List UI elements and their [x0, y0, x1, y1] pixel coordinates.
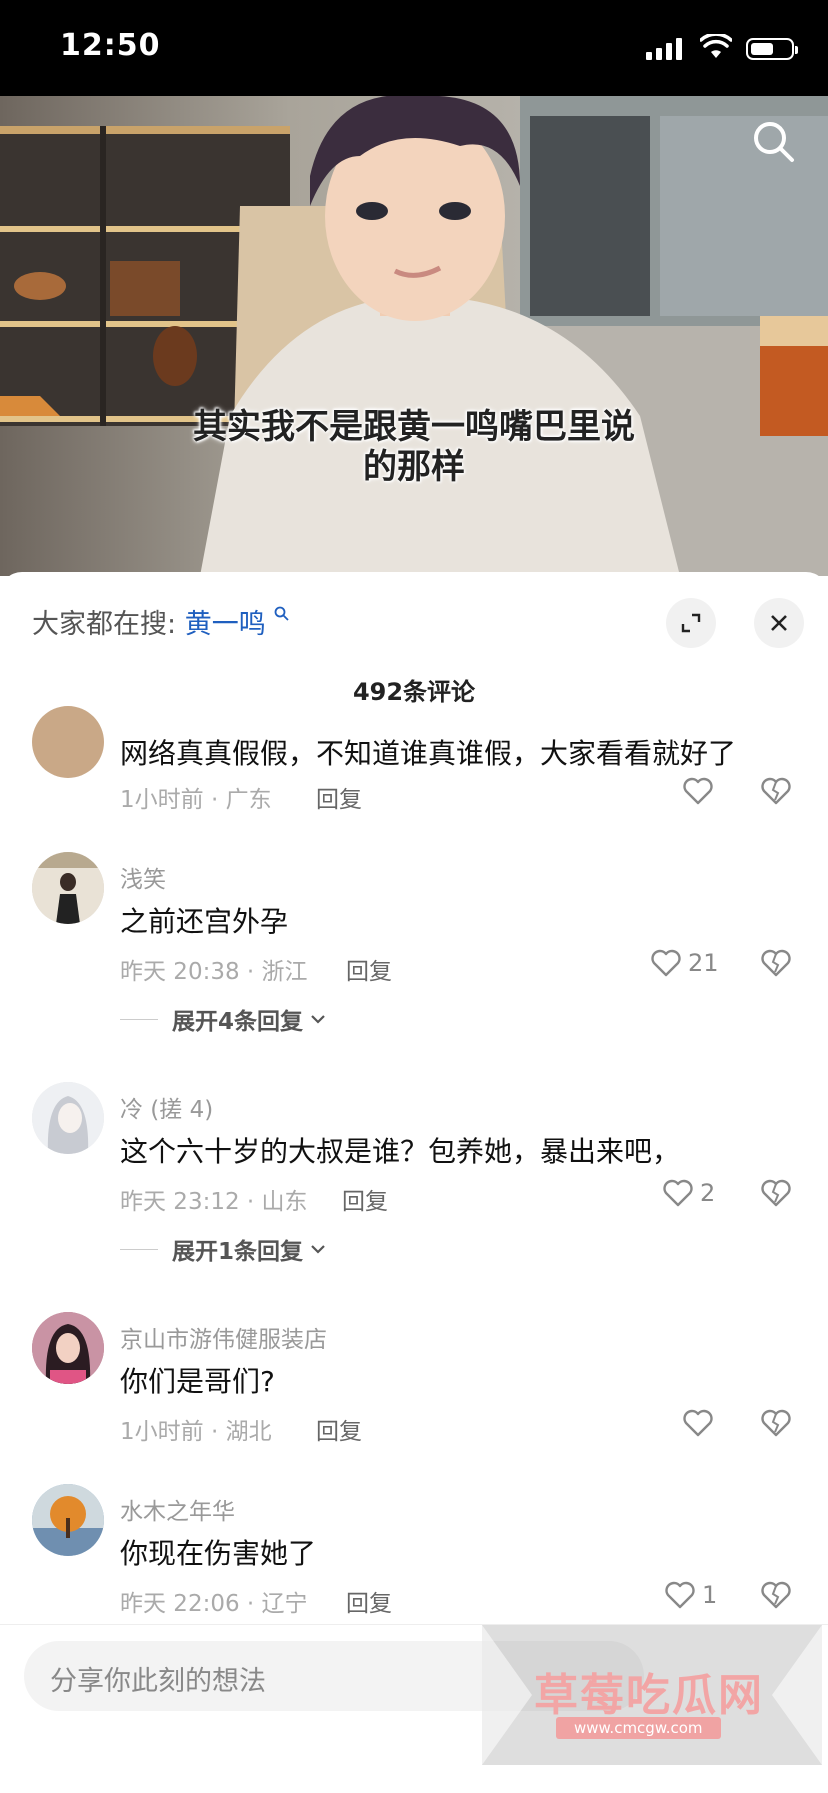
comment-username[interactable]: 水木之年华: [120, 1492, 235, 1526]
wifi-icon: [700, 34, 732, 58]
video-frame: [0, 96, 828, 576]
video-subtitle-line2: 的那样: [363, 447, 465, 487]
video-player[interactable]: 其实我不是跟黄一鸣嘴巴里说 的那样: [0, 96, 828, 576]
comment-item: 冷 (搓 4) 这个六十岁的大叔是谁？包养她，暴出来吧， 昨天 23:12 · …: [0, 1082, 828, 1282]
status-bar: 12:50: [0, 0, 828, 96]
expand-replies-button[interactable]: 展开1条回复: [120, 1232, 327, 1266]
divider: [120, 1248, 158, 1250]
search-keyword[interactable]: 黄一鸣: [185, 609, 266, 640]
comment-text: 网络真真假假，不知道谁真谁假，大家看看就好了: [120, 737, 737, 770]
avatar[interactable]: [32, 1484, 104, 1556]
comment-input-bar: 分享你此刻的想法 草莓吃瓜网 www.cmcgw.com: [0, 1624, 828, 1793]
comment-count: 492条评论: [352, 678, 476, 706]
comment-username[interactable]: 京山市游伟健服装店: [120, 1320, 327, 1354]
watermark-url: www.cmcgw.com: [556, 1717, 721, 1739]
heart-icon: [651, 949, 681, 977]
signal-icon: [646, 38, 682, 60]
heart-icon: [683, 1409, 713, 1437]
heart-icon: [663, 1179, 693, 1207]
like-button[interactable]: 1: [664, 1580, 717, 1610]
dislike-button[interactable]: [760, 1178, 792, 1212]
close-button[interactable]: [754, 598, 804, 648]
broken-heart-icon: [761, 949, 791, 977]
status-time: 12:50: [60, 28, 161, 63]
broken-heart-icon: [761, 1179, 791, 1207]
small-search-icon: [274, 606, 289, 621]
avatar[interactable]: [32, 852, 104, 924]
expand-replies-label: 展开4条回复: [172, 1009, 304, 1035]
avatar[interactable]: [32, 1082, 104, 1154]
expand-replies-button[interactable]: 展开4条回复: [120, 1002, 327, 1036]
broken-heart-icon: [761, 1409, 791, 1437]
reply-button[interactable]: 回复: [316, 1412, 362, 1446]
comment-item: 浅笑 之前还宫外孕 昨天 20:38 · 浙江 回复 21 展开4条回复: [0, 852, 828, 1052]
expand-button[interactable]: [666, 598, 716, 648]
like-button[interactable]: 21: [650, 948, 719, 978]
comment-text: 你现在伤害她了: [120, 1537, 317, 1570]
like-count: 21: [688, 949, 719, 977]
reply-button[interactable]: 回复: [346, 952, 392, 986]
comment-meta: 昨天 20:38 · 浙江: [120, 959, 308, 985]
broken-heart-icon: [761, 1581, 791, 1609]
chevron-down-icon: [311, 1015, 325, 1024]
avatar[interactable]: [32, 1312, 104, 1384]
like-button[interactable]: [682, 1408, 714, 1438]
comment-input-placeholder: 分享你此刻的想法: [50, 1666, 266, 1697]
heart-icon: [665, 1581, 695, 1609]
dislike-button[interactable]: [760, 948, 792, 982]
comment-text: 你们是哥们?: [120, 1365, 275, 1398]
search-suggestion[interactable]: 大家都在搜: 黄一鸣: [32, 602, 290, 641]
battery-icon: [746, 38, 798, 60]
like-count: 1: [702, 1581, 718, 1609]
comment-username[interactable]: 浅笑: [120, 860, 166, 894]
comment-username[interactable]: 冷 (搓 4): [120, 1090, 213, 1124]
comment-meta: 1小时前 · 广东: [120, 787, 272, 813]
watermark: 草莓吃瓜网 www.cmcgw.com: [482, 1625, 822, 1765]
expand-icon: [681, 613, 701, 633]
comment-meta: 1小时前 · 湖北: [120, 1419, 272, 1445]
dislike-button[interactable]: [760, 1580, 792, 1614]
comment-meta: 昨天 23:12 · 山东: [120, 1189, 308, 1215]
comment-item: 水木之年华 你现在伤害她了 昨天 22:06 · 辽宁 回复 1: [0, 1484, 828, 1634]
comment-meta: 昨天 22:06 · 辽宁: [120, 1591, 308, 1617]
dislike-button[interactable]: [760, 776, 792, 810]
reply-button[interactable]: 回复: [316, 780, 362, 814]
close-icon: [771, 615, 787, 631]
reply-button[interactable]: 回复: [346, 1584, 392, 1618]
video-subtitle-line1: 其实我不是跟黄一鸣嘴巴里说: [193, 407, 635, 447]
like-count: 2: [700, 1179, 716, 1207]
comment-text: 这个六十岁的大叔是谁？包养她，暴出来吧，: [120, 1135, 681, 1168]
comments-panel: 大家都在搜: 黄一鸣 492条评论 网络真真假假，不知道谁真谁假，大家看看就好了…: [0, 572, 828, 1792]
expand-replies-label: 展开1条回复: [172, 1239, 304, 1265]
search-hint-label: 大家都在搜:: [32, 609, 177, 640]
chevron-down-icon: [311, 1245, 325, 1254]
comment-text: 之前还宫外孕: [120, 905, 289, 938]
divider: [120, 1018, 158, 1020]
comment-item: 京山市游伟健服装店 你们是哥们? 1小时前 · 湖北 回复: [0, 1312, 828, 1462]
like-button[interactable]: [682, 776, 714, 806]
watermark-title: 草莓吃瓜网: [534, 1670, 764, 1721]
broken-heart-icon: [761, 777, 791, 805]
like-button[interactable]: 2: [662, 1178, 715, 1208]
comment-item: 网络真真假假，不知道谁真谁假，大家看看就好了 1小时前 · 广东 回复: [0, 706, 828, 852]
avatar[interactable]: [32, 706, 104, 778]
reply-button[interactable]: 回复: [342, 1182, 388, 1216]
dislike-button[interactable]: [760, 1408, 792, 1442]
heart-icon: [683, 777, 713, 805]
